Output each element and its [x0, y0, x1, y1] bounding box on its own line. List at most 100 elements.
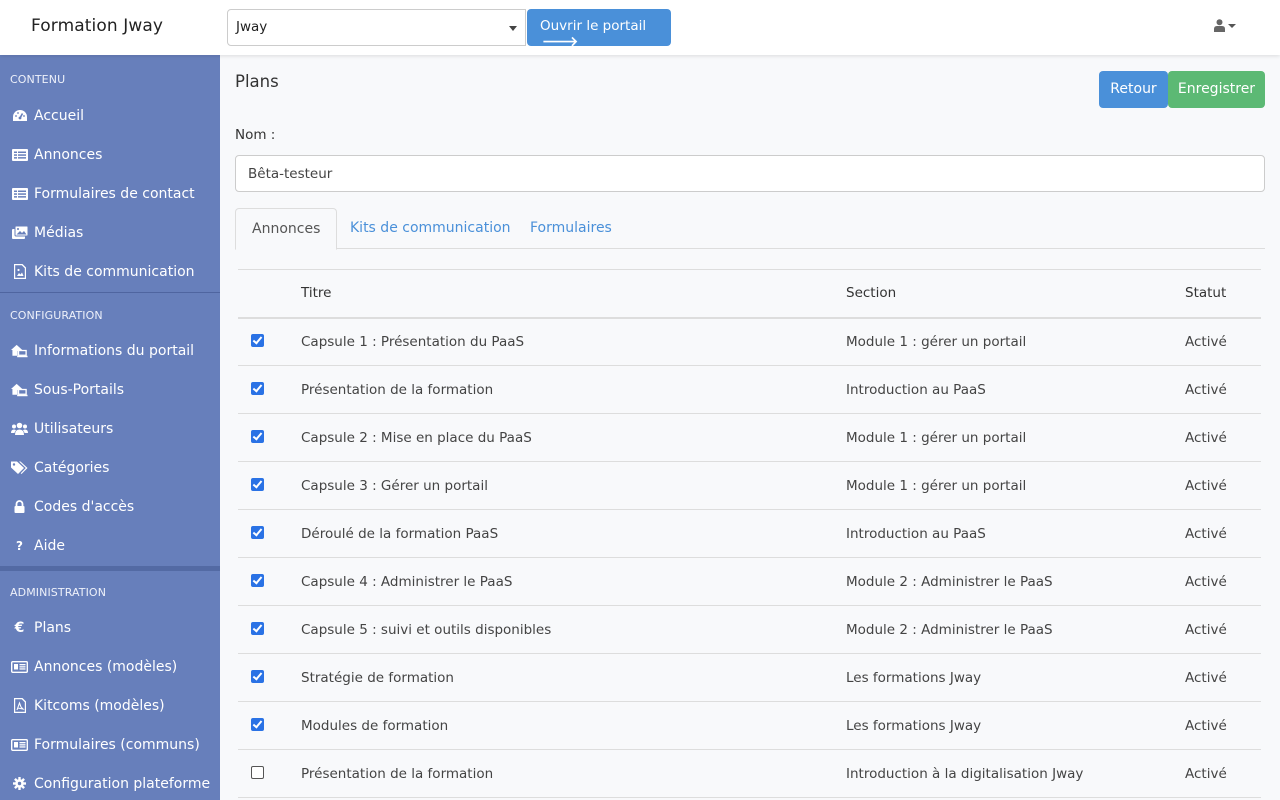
table-row: Capsule 1 : Présentation du PaaS Module 1…: [238, 317, 1261, 366]
sidebar-item-label: Kitcoms (modèles): [34, 697, 165, 714]
title-cell: Présentation de la formation: [301, 749, 846, 798]
row-checkbox[interactable]: [251, 526, 264, 539]
tab-formulaires[interactable]: Formulaires: [514, 208, 628, 249]
user-menu-button[interactable]: [1214, 18, 1240, 36]
sidebar-item-label: Utilisateurs: [34, 420, 114, 437]
sidebar-item-kits-de-communication[interactable]: Kits de communication: [0, 252, 220, 291]
newspaper-icon: [11, 660, 28, 674]
row-checkbox[interactable]: [251, 670, 264, 683]
section-cell: Les formations Jway: [846, 701, 1185, 750]
header-select: [238, 269, 301, 319]
section-cell: Les formations Jway: [846, 653, 1185, 702]
sidebar-item-formulaires-communs[interactable]: Formulaires (communs): [0, 725, 220, 764]
row-checkbox[interactable]: [251, 574, 264, 587]
euro-icon: €: [14, 619, 25, 636]
sidebar-item-label: Annonces (modèles): [34, 658, 178, 675]
gear-icon: [11, 777, 28, 791]
save-button[interactable]: Enregistrer: [1168, 71, 1265, 108]
sidebar-item-informations-du-portail[interactable]: Informations du portail: [0, 331, 220, 370]
row-checkbox[interactable]: [251, 478, 264, 491]
sidebar-item-medias[interactable]: Médias: [0, 213, 220, 252]
status-cell: Activé: [1185, 605, 1261, 654]
sidebar-item-accueil[interactable]: Accueil: [0, 96, 220, 135]
lock-icon: [11, 500, 28, 514]
select-cell: [238, 749, 301, 798]
sidebar-item-label: Informations du portail: [34, 342, 195, 359]
header-status[interactable]: Statut: [1185, 269, 1261, 319]
tab-annonces[interactable]: Annonces: [235, 208, 338, 250]
row-checkbox[interactable]: [251, 382, 264, 395]
section-cell: Introduction au PaaS: [846, 365, 1185, 414]
table-row: Capsule 3 : Gérer un portail Module 1 : g…: [238, 461, 1261, 510]
sidebar-item-sous-portails[interactable]: Sous-Portails: [0, 370, 220, 409]
sidebar-item-label: Catégories: [34, 459, 110, 476]
sidebar-item-label: Sous-Portails: [34, 381, 125, 398]
table-row: Présentation de la formation Introduction…: [238, 365, 1261, 414]
select-cell: [238, 413, 301, 462]
row-checkbox[interactable]: [251, 718, 264, 731]
table-row: Stratégie de formation Les formations Jwa…: [238, 653, 1261, 702]
page-title: Plans: [235, 72, 279, 91]
main-content: Plans Retour Enregistrer Nom : Bêta-test…: [220, 55, 1280, 800]
table-row: Capsule 4 : Administrer le PaaS Module 2 …: [238, 557, 1261, 606]
table-row: Capsule 5 : suivi et outils disponibles M…: [238, 605, 1261, 654]
sidebar-item-kitcoms-modeles[interactable]: Kitcoms (modèles): [0, 686, 220, 725]
announcements-table: Titre Section Statut Capsule 1 : Présent…: [238, 269, 1261, 798]
name-label: Nom :: [235, 127, 276, 143]
brand-title[interactable]: Formation Jway: [31, 16, 163, 36]
row-checkbox[interactable]: [251, 430, 264, 443]
title-cell: Capsule 2 : Mise en place du PaaS: [301, 413, 846, 462]
sidebar-item-annonces-modeles[interactable]: Annonces (modèles): [0, 647, 220, 686]
status-cell: Activé: [1185, 749, 1261, 798]
house-laptop-icon: [11, 344, 28, 358]
row-checkbox[interactable]: [251, 334, 264, 348]
sidebar-item-label: Aide: [34, 537, 65, 554]
sidebar-item-plans[interactable]: € Plans: [0, 608, 220, 647]
house-laptop-icon: [11, 383, 28, 397]
list-icon: [11, 148, 28, 162]
sidebar-section-title-administration: ADMINISTRATION: [10, 586, 107, 599]
header-section[interactable]: Section: [846, 269, 1185, 319]
user-icon: [1214, 19, 1225, 32]
status-cell: Activé: [1185, 653, 1261, 702]
sidebar-item-formulaires-de-contact[interactable]: Formulaires de contact: [0, 174, 220, 213]
sidebar-item-utilisateurs[interactable]: Utilisateurs: [0, 409, 220, 448]
section-cell: Module 1 : gérer un portail: [846, 317, 1185, 366]
sidebar-item-configuration-plateforme[interactable]: Configuration plateforme: [0, 764, 220, 800]
sidebar-item-annonces[interactable]: Annonces: [0, 135, 220, 174]
open-portal-button[interactable]: Ouvrir le portail 🡒: [527, 9, 671, 50]
sidebar-section-title-contenu: CONTENU: [10, 73, 66, 86]
status-cell: Activé: [1185, 461, 1261, 510]
row-checkbox[interactable]: [251, 622, 264, 635]
file-pdf-icon: [11, 698, 28, 713]
sidebar-item-codes-d-acces[interactable]: Codes d'accès: [0, 487, 220, 526]
portal-select[interactable]: Jway: [227, 9, 526, 46]
table-body: Capsule 1 : Présentation du PaaS Module 1…: [238, 317, 1261, 798]
row-checkbox[interactable]: [251, 766, 264, 779]
sidebar-item-label: Plans: [34, 619, 72, 636]
header-title[interactable]: Titre: [301, 269, 846, 319]
status-cell: Activé: [1185, 365, 1261, 414]
portal-select-value: Jway: [236, 19, 268, 35]
section-cell: Module 1 : gérer un portail: [846, 413, 1185, 462]
sidebar-item-categories[interactable]: Catégories: [0, 448, 220, 487]
question-icon: ?: [16, 538, 23, 553]
select-cell: [238, 317, 301, 366]
sidebar-item-aide[interactable]: ? Aide: [0, 526, 220, 565]
title-cell: Modules de formation: [301, 701, 846, 750]
back-button[interactable]: Retour: [1099, 71, 1168, 108]
status-cell: Activé: [1185, 317, 1261, 366]
top-navbar: Formation Jway Jway Ouvrir le portail 🡒: [0, 0, 1280, 55]
section-cell: Module 1 : gérer un portail: [846, 461, 1185, 510]
arrow-right-icon: 🡒: [542, 34, 579, 50]
sidebar-item-label: Kits de communication: [34, 263, 195, 280]
table-row: Capsule 2 : Mise en place du PaaS Module …: [238, 413, 1261, 462]
select-cell: [238, 701, 301, 750]
section-cell: Module 2 : Administrer le PaaS: [846, 557, 1185, 606]
name-input[interactable]: Bêta-testeur: [235, 155, 1265, 192]
sidebar-item-label: Accueil: [34, 107, 84, 124]
section-cell: Introduction à la digitalisation Jway: [846, 749, 1185, 798]
open-portal-label: Ouvrir le portail: [540, 18, 647, 34]
status-cell: Activé: [1185, 509, 1261, 558]
tab-kits-de-communication[interactable]: Kits de communication: [334, 208, 527, 249]
